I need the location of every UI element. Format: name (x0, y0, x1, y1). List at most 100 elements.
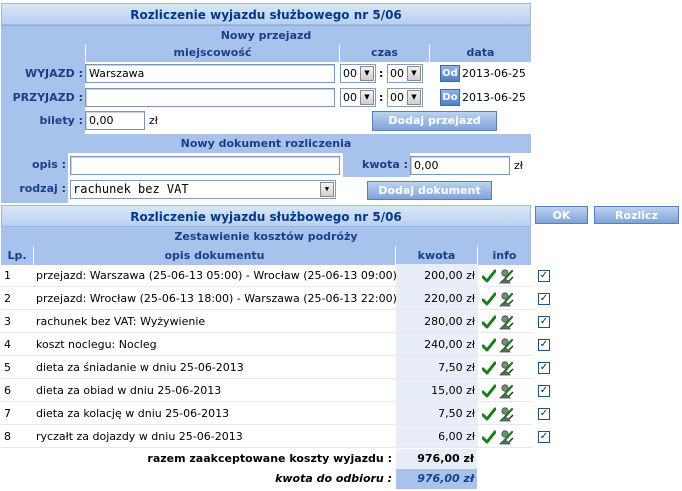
departure-date: 2013-06-25 (462, 67, 526, 80)
date-from-button[interactable]: Od (440, 65, 460, 82)
row-lp: 3 (1, 310, 33, 333)
summary-title: Rozliczenie wyjazdu służbowego nr 5/06 (1, 205, 531, 227)
col-place: miejscowość (85, 44, 339, 62)
col-amount: kwota (395, 246, 477, 265)
row-description: dieta za kolację w dniu 25-06-2013 (33, 402, 396, 425)
checkmark-icon[interactable] (482, 338, 496, 352)
departure-minute-value: 00 (390, 67, 404, 80)
payout-label: kwota do odbioru : (275, 472, 392, 485)
tickets-input[interactable]: 0,00 (85, 111, 145, 130)
row-info (478, 264, 533, 287)
amount-input[interactable]: 0,00 (410, 156, 510, 175)
edit-icon[interactable] (498, 268, 514, 284)
type-label: rodzaj : (19, 182, 66, 195)
checkmark-icon[interactable] (482, 430, 496, 444)
row-amount: 220,00 zł (396, 287, 478, 310)
time-separator: : (379, 91, 384, 104)
row-description: rachunek bez VAT: Wyżywienie (33, 310, 396, 333)
top-title: Rozliczenie wyjazdu służbowego nr 5/06 (1, 3, 531, 25)
arrival-date: 2013-06-25 (462, 91, 526, 104)
row-description: przejazd: Warszawa (25-06-13 05:00) - Wr… (33, 264, 396, 287)
edit-icon[interactable] (498, 360, 514, 376)
row-description: przejazd: Wrocław (25-06-13 18:00) - War… (33, 287, 396, 310)
row-description: dieta za obiad w dniu 25-06-2013 (33, 379, 396, 402)
row-checkbox[interactable]: ✓ (538, 293, 550, 305)
chevron-down-icon: ▼ (320, 182, 334, 197)
row-checkbox[interactable]: ✓ (538, 408, 550, 420)
checkmark-icon[interactable] (482, 269, 496, 283)
row-description: koszt noclegu: Nocleg (33, 333, 396, 356)
description-input[interactable] (70, 156, 340, 175)
edit-icon[interactable] (498, 429, 514, 445)
costs-table-body: 1 przejazd: Warszawa (25-06-13 05:00) - W… (1, 264, 681, 448)
row-info (478, 356, 533, 379)
edit-icon[interactable] (498, 314, 514, 330)
payout-value: 976,00 zł (396, 469, 477, 489)
row-checkbox[interactable]: ✓ (538, 339, 550, 351)
checkmark-icon[interactable] (482, 292, 496, 306)
row-checkbox[interactable]: ✓ (538, 431, 550, 443)
row-description: ryczałt za dojazdy w dniu 25-06-2013 (33, 425, 396, 448)
new-trip-column-headers: miejscowość czas data (1, 44, 531, 62)
row-lp: 8 (1, 425, 33, 448)
departure-hour-select[interactable]: 00 ▼ (340, 64, 376, 83)
arrival-hour-select[interactable]: 00 ▼ (340, 88, 376, 107)
row-checkbox[interactable]: ✓ (538, 316, 550, 328)
row-lp: 6 (1, 379, 33, 402)
row-amount: 6,00 zł (396, 425, 478, 448)
table-row: 5 dieta za śniadanie w dniu 25-06-2013 7,5… (1, 356, 550, 379)
checkmark-icon[interactable] (482, 384, 496, 398)
type-select-value: rachunek bez VAT (73, 182, 189, 196)
row-info (478, 310, 533, 333)
row-checkbox[interactable]: ✓ (538, 362, 550, 374)
departure-label: WYJAZD : (24, 67, 83, 80)
chevron-down-icon: ▼ (360, 66, 374, 81)
chevron-down-icon: ▼ (360, 90, 374, 105)
total-label: razem zaakceptowane koszty wyjazdu : (147, 452, 392, 465)
row-info (478, 333, 533, 356)
row-info (478, 287, 533, 310)
row-info (478, 379, 533, 402)
date-to-button[interactable]: Do (440, 89, 460, 106)
row-description: dieta za śniadanie w dniu 25-06-2013 (33, 356, 396, 379)
description-label: opis : (32, 158, 66, 171)
arrival-minute-select[interactable]: 00 ▼ (387, 88, 423, 107)
row-amount: 15,00 zł (396, 379, 478, 402)
checkmark-icon[interactable] (482, 361, 496, 375)
checkmark-icon[interactable] (482, 407, 496, 421)
edit-icon[interactable] (498, 291, 514, 307)
arrival-place-input[interactable] (85, 88, 335, 107)
total-value: 976,00 zł (396, 449, 477, 469)
row-amount: 280,00 zł (396, 310, 478, 333)
amount-label: kwota : (362, 158, 408, 171)
settle-button[interactable]: Rozlicz (594, 206, 679, 224)
departure-place-input[interactable]: Warszawa (85, 64, 335, 83)
row-info (478, 402, 533, 425)
type-select[interactable]: rachunek bez VAT ▼ (70, 180, 336, 199)
table-row: 4 koszt noclegu: Nocleg 240,00 zł ✓ (1, 333, 550, 356)
arrival-hour-value: 00 (343, 91, 357, 104)
add-document-button[interactable]: Dodaj dokument (367, 181, 492, 200)
checkmark-icon[interactable] (482, 315, 496, 329)
row-lp: 5 (1, 356, 33, 379)
costs-subheader: Zestawienie kosztów podróży (1, 227, 531, 246)
table-row: 7 dieta za kolację w dniu 25-06-2013 7,50 … (1, 402, 550, 425)
row-checkbox[interactable]: ✓ (538, 385, 550, 397)
col-time: czas (339, 44, 429, 62)
row-info (478, 425, 533, 448)
ok-button[interactable]: OK (535, 206, 588, 224)
add-trip-button[interactable]: Dodaj przejazd (372, 111, 497, 131)
table-row: 6 dieta za obiad w dniu 25-06-2013 15,00 z… (1, 379, 550, 402)
time-separator: : (379, 67, 384, 80)
departure-hour-value: 00 (343, 67, 357, 80)
departure-minute-select[interactable]: 00 ▼ (387, 64, 423, 83)
row-checkbox[interactable]: ✓ (538, 270, 550, 282)
row-amount: 7,50 zł (396, 402, 478, 425)
edit-icon[interactable] (498, 383, 514, 399)
edit-icon[interactable] (498, 337, 514, 353)
tickets-label: bilety : (39, 114, 83, 127)
costs-column-headers: Lp. opis dokumentu kwota info (1, 246, 531, 265)
edit-icon[interactable] (498, 406, 514, 422)
row-amount: 240,00 zł (396, 333, 478, 356)
row-lp: 7 (1, 402, 33, 425)
